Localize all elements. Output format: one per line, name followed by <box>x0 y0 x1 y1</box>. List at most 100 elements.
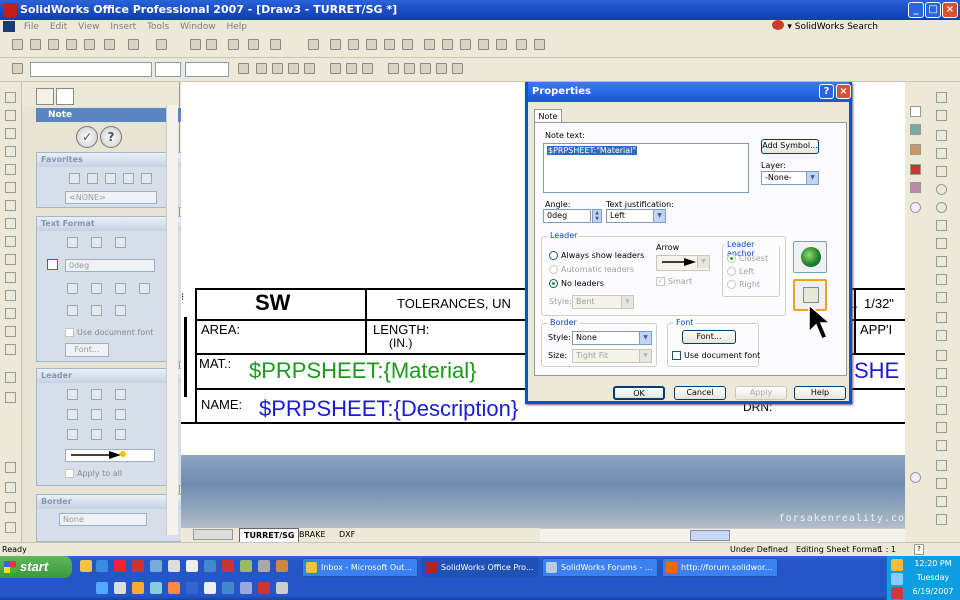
anchor-closest-radio[interactable] <box>727 254 736 263</box>
leader-all-icon[interactable] <box>67 429 78 440</box>
font-button[interactable]: Font... <box>65 343 109 357</box>
revision-symbol-icon[interactable] <box>5 372 16 383</box>
quicklaunch-icon[interactable] <box>222 560 234 572</box>
menu-help[interactable]: Help <box>226 20 247 34</box>
leader-bent-icon[interactable] <box>91 389 102 400</box>
trim-icon[interactable] <box>936 350 947 361</box>
favorites-select[interactable]: <NONE> <box>65 191 157 204</box>
bold-icon[interactable] <box>256 63 267 74</box>
line-style-icon[interactable] <box>5 522 16 533</box>
quicklaunch-icon[interactable] <box>168 560 180 572</box>
apply-to-all-checkbox[interactable] <box>65 469 74 478</box>
strikethrough-icon[interactable] <box>304 63 315 74</box>
leader-multi-icon[interactable] <box>115 429 126 440</box>
text-color-icon[interactable] <box>238 63 249 74</box>
square-root-icon[interactable] <box>91 305 102 316</box>
border-style-select[interactable]: None <box>59 513 147 526</box>
anchor-left-radio[interactable] <box>727 267 736 276</box>
angle-input[interactable]: 0deg <box>65 259 155 272</box>
align-right-icon[interactable] <box>115 237 126 248</box>
copy-entities-icon[interactable] <box>936 514 947 525</box>
apply-button[interactable]: Apply <box>735 386 787 400</box>
status-help[interactable]: ? <box>914 544 924 555</box>
numbering-icon[interactable] <box>404 63 415 74</box>
tray-icon[interactable] <box>891 587 903 599</box>
attach-icon[interactable] <box>67 283 78 294</box>
new-icon[interactable] <box>12 39 23 50</box>
tangent-arc-icon[interactable] <box>936 238 947 249</box>
smart-checkbox[interactable]: ✓ <box>656 277 665 286</box>
no-leaders-radio[interactable] <box>549 279 558 288</box>
maximize-button[interactable]: □ <box>925 2 941 18</box>
display-relations-icon[interactable] <box>936 440 947 451</box>
task-solidworks[interactable]: SolidWorks Office Pro... <box>422 558 538 577</box>
font-points-input[interactable] <box>185 62 229 77</box>
surface-finish-icon[interactable] <box>5 146 16 157</box>
design-library-icon[interactable] <box>910 124 921 135</box>
collapse-left-icon[interactable] <box>910 472 921 483</box>
move-entities-icon[interactable] <box>936 460 947 471</box>
arc-icon[interactable] <box>936 220 947 231</box>
border-header[interactable]: Border^ <box>37 495 181 509</box>
tray-icon[interactable] <box>891 573 903 585</box>
home-icon[interactable] <box>910 106 921 117</box>
view-orientation-icon[interactable] <box>424 39 435 50</box>
view-palette-icon[interactable] <box>910 164 921 175</box>
insert-symbol-icon[interactable] <box>91 283 102 294</box>
chevron-down-icon[interactable]: ▼ <box>621 296 633 308</box>
help-button[interactable]: Help <box>794 386 846 400</box>
sheet-tab-brake[interactable]: BRAKE <box>299 528 326 542</box>
sketch-line-icon[interactable] <box>936 92 947 103</box>
feature-manager-tab[interactable] <box>36 88 54 105</box>
quicklaunch-icon[interactable] <box>276 560 288 572</box>
material-note[interactable]: $PRPSHEET:{Material} <box>249 358 476 384</box>
leader-header[interactable]: Leader^ <box>37 369 181 383</box>
centerline-icon[interactable] <box>5 290 16 301</box>
centermark-icon[interactable] <box>5 272 16 283</box>
quicklaunch-icon[interactable] <box>186 560 198 572</box>
scale-entities-icon[interactable] <box>936 496 947 507</box>
line-icon[interactable] <box>936 130 947 141</box>
layer-icon[interactable] <box>270 39 281 50</box>
line-color-icon[interactable] <box>5 482 16 493</box>
indent-icon[interactable] <box>420 63 431 74</box>
cosmetic-thread-icon[interactable] <box>5 254 16 265</box>
apply-default-icon[interactable] <box>69 173 80 184</box>
weld-symbol-icon[interactable] <box>5 164 16 175</box>
wireframe-icon[interactable] <box>442 39 453 50</box>
task-inbox-outlook[interactable]: Inbox - Microsoft Out... <box>302 558 418 577</box>
link-property-icon[interactable] <box>115 283 126 294</box>
task-forum-url[interactable]: http://forum.solidwor... <box>662 558 778 577</box>
note-text-value[interactable]: $PRPSHEET:"Material" <box>547 146 638 155</box>
datum-icon[interactable] <box>115 305 126 316</box>
quicklaunch-icon[interactable] <box>80 560 92 572</box>
stack-note-icon[interactable] <box>139 283 150 294</box>
help-button[interactable]: ? <box>100 126 122 148</box>
section-view-icon[interactable] <box>516 39 527 50</box>
leader-nearest-icon[interactable] <box>115 409 126 420</box>
rotate-entities-icon[interactable] <box>936 478 947 489</box>
line-spacing-icon[interactable] <box>452 63 463 74</box>
chevron-down-icon[interactable]: ▼ <box>639 350 651 362</box>
scroll-thumb[interactable] <box>690 530 730 541</box>
rebuild-icon[interactable] <box>206 39 217 50</box>
tab-note[interactable]: Note <box>534 109 562 123</box>
save-icon[interactable] <box>48 39 59 50</box>
redo-icon[interactable] <box>156 39 167 50</box>
dialog-help-icon[interactable]: ? <box>819 84 834 99</box>
quicklaunch-icon[interactable] <box>186 582 198 594</box>
file-properties-icon[interactable] <box>248 39 259 50</box>
model-items-icon[interactable] <box>5 392 16 403</box>
relations-icon[interactable] <box>936 422 947 433</box>
quicklaunch-icon[interactable] <box>114 560 126 572</box>
zoom-fit-icon[interactable] <box>330 39 341 50</box>
ok-check-button[interactable]: ✓ <box>76 126 98 148</box>
text-justification-select[interactable]: Left ▼ <box>606 209 666 223</box>
shaded-icon[interactable] <box>478 39 489 50</box>
italic-icon[interactable] <box>272 63 283 74</box>
delete-favorite-icon[interactable] <box>123 173 134 184</box>
quicklaunch-icon[interactable] <box>204 582 216 594</box>
chevron-down-icon[interactable]: ▼ <box>806 172 818 184</box>
border-style-select[interactable]: None ▼ <box>572 331 652 345</box>
add-symbol-button[interactable]: Add Symbol... <box>761 139 819 154</box>
